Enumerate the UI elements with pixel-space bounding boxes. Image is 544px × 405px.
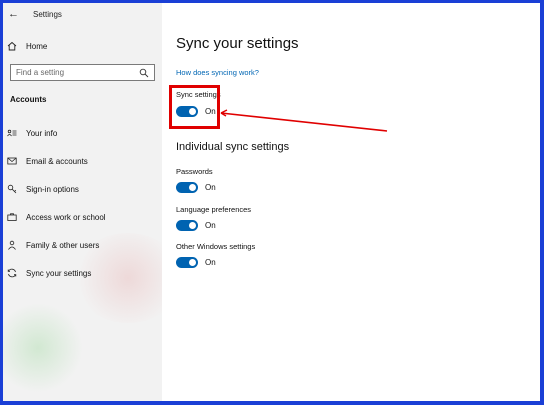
- window-frame: ← Settings Home Find a setting Accounts …: [0, 0, 544, 405]
- annotation-arrow: [220, 109, 388, 132]
